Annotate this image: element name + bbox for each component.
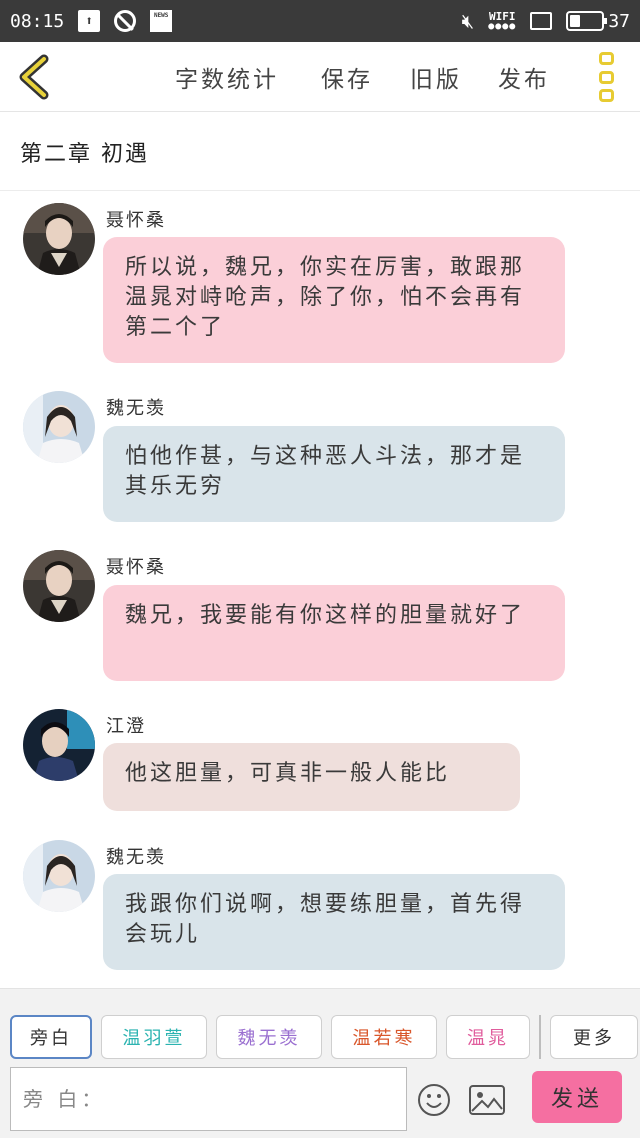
role-label: 旁白 xyxy=(30,1028,72,1049)
status-bar: 08:15 ⬆ NEWS 🔇︎ WIFI ●●●● 37 xyxy=(0,0,640,42)
battery-level: 37 xyxy=(608,10,630,32)
emoji-button[interactable] xyxy=(417,1083,451,1117)
avatar[interactable] xyxy=(23,391,95,463)
more-menu-button[interactable] xyxy=(594,52,618,102)
role-label: 温若寒 xyxy=(352,1028,416,1049)
news-icon: NEWS xyxy=(150,10,173,32)
word-count-button[interactable]: 字数统计 xyxy=(175,60,321,94)
message-input-box xyxy=(10,1067,407,1131)
upload-icon: ⬆ xyxy=(78,10,101,32)
message-bubble[interactable]: 魏兄，我要能有你这样的胆量就好了 xyxy=(103,585,565,681)
back-chevron-icon xyxy=(19,54,49,100)
role-wen-yuxuan[interactable]: 温羽萱 xyxy=(101,1015,207,1059)
avatar[interactable] xyxy=(23,709,95,781)
do-not-disturb-icon xyxy=(114,10,137,32)
composer-panel: 旁白 温羽萱 魏无羡 温若寒 温晁 更多 发送 xyxy=(0,988,640,1138)
role-label: 更多 xyxy=(573,1028,615,1049)
mute-icon: 🔇︎ xyxy=(461,9,475,33)
speaker-name: 魏无羡 xyxy=(106,847,166,868)
avatar[interactable] xyxy=(23,840,95,912)
divider xyxy=(539,1015,541,1059)
message-input[interactable] xyxy=(11,1068,406,1130)
sim-icon xyxy=(530,12,553,30)
role-label: 温羽萱 xyxy=(122,1028,186,1049)
editor-toolbar: 字数统计 保存 旧版 发布 xyxy=(0,42,640,112)
speaker-name: 魏无羡 xyxy=(106,398,166,419)
message-bubble[interactable]: 他这胆量，可真非一般人能比 xyxy=(103,743,520,811)
news-label: NEWS xyxy=(153,12,169,19)
avatar[interactable] xyxy=(23,203,95,275)
role-selector: 旁白 温羽萱 魏无羡 温若寒 温晁 更多 xyxy=(10,1015,638,1059)
message-bubble[interactable]: 所以说，魏兄，你实在厉害，敢跟那温晁对峙呛声，除了你，怕不会再有第二个了 xyxy=(103,237,565,363)
chapter-title[interactable]: 第二章 初遇 xyxy=(0,113,640,191)
battery-icon xyxy=(566,11,608,31)
message-bubble[interactable]: 我跟你们说啊，想要练胆量，首先得会玩儿 xyxy=(103,874,565,970)
role-label: 魏无羡 xyxy=(237,1028,301,1049)
role-narrator[interactable]: 旁白 xyxy=(10,1015,92,1059)
old-version-button[interactable]: 旧版 xyxy=(410,60,498,94)
message-bubble[interactable]: 怕他作甚，与这种恶人斗法，那才是其乐无穷 xyxy=(103,426,565,522)
save-button[interactable]: 保存 xyxy=(321,60,410,94)
wifi-label: WIFI xyxy=(489,9,516,23)
status-time: 08:15 xyxy=(10,10,65,32)
role-label: 温晁 xyxy=(467,1028,509,1049)
image-button[interactable] xyxy=(469,1085,505,1115)
publish-button[interactable]: 发布 xyxy=(498,60,558,94)
avatar[interactable] xyxy=(23,550,95,622)
more-menu-icon xyxy=(598,52,614,65)
role-wen-chao[interactable]: 温晁 xyxy=(446,1015,530,1059)
back-button[interactable] xyxy=(14,54,54,100)
role-wen-ruohan[interactable]: 温若寒 xyxy=(331,1015,437,1059)
role-wei-wuxian[interactable]: 魏无羡 xyxy=(216,1015,322,1059)
emoji-icon xyxy=(418,1084,450,1116)
speaker-name: 聂怀桑 xyxy=(106,557,166,578)
speaker-name: 聂怀桑 xyxy=(106,210,166,231)
image-icon xyxy=(469,1085,505,1115)
speaker-name: 江澄 xyxy=(106,716,146,737)
more-roles-button[interactable]: 更多 xyxy=(550,1015,638,1059)
wifi-icon: WIFI ●●●● xyxy=(488,9,517,32)
send-button[interactable]: 发送 xyxy=(532,1071,622,1123)
